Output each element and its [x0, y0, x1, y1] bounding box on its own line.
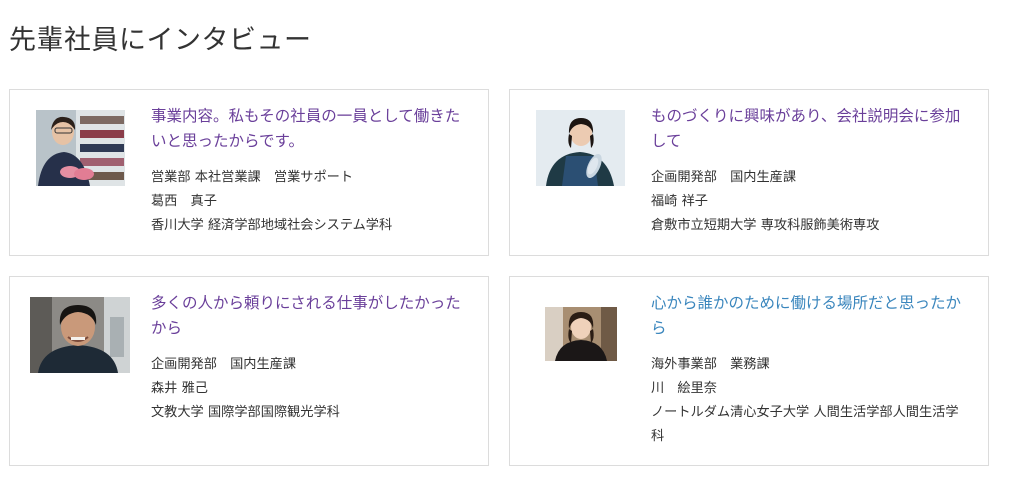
- employee-school: ノートルダム清心女子大学 人間生活学部人間生活学科: [651, 405, 959, 444]
- interview-card-3: 多くの人から頼りにされる仕事がしたかったから 企画開発部 国内生産課 森井 雅己…: [9, 276, 489, 466]
- employee-school: 倉敷市立短期大学 専攻科服飾美術専攻: [651, 218, 880, 233]
- employee-photo-2[interactable]: [536, 110, 625, 186]
- page-title: 先輩社員にインタビュー: [9, 25, 312, 56]
- employee-name: 川 絵里奈: [651, 381, 717, 396]
- interview-headline-link[interactable]: 多くの人から頼りにされる仕事がしたかったから: [151, 291, 467, 341]
- employee-name: 森井 雅己: [151, 381, 208, 396]
- employee-school: 香川大学 経済学部地域社会システム学科: [151, 218, 393, 233]
- employee-name: 葛西 真子: [151, 194, 217, 209]
- employee-department: 海外事業部 業務課: [651, 357, 770, 372]
- interview-card-4: 心から誰かのために働ける場所だと思ったから 海外事業部 業務課 川 絵里奈 ノー…: [509, 276, 989, 466]
- employee-photo-3[interactable]: [30, 297, 130, 373]
- employee-department: 企画開発部 国内生産課: [651, 170, 797, 185]
- interview-headline-link[interactable]: ものづくりに興味があり、会社説明会に参加して: [651, 104, 967, 154]
- interview-card-2: ものづくりに興味があり、会社説明会に参加して 企画開発部 国内生産課 福崎 祥子…: [509, 89, 989, 256]
- interview-headline-link[interactable]: 事業内容。私もその社員の一員として働きたいと思ったからです。: [151, 104, 467, 154]
- employee-school: 文教大学 国際学部国際観光学科: [151, 405, 340, 420]
- employee-photo-4[interactable]: [545, 307, 617, 361]
- employee-department: 営業部 本社営業課 営業サポート: [151, 170, 354, 185]
- interview-headline-link[interactable]: 心から誰かのために働ける場所だと思ったから: [651, 291, 967, 341]
- employee-department: 企画開発部 国内生産課: [151, 357, 297, 372]
- employee-name: 福崎 祥子: [651, 194, 708, 209]
- employee-photo-1[interactable]: [36, 110, 125, 186]
- interview-card-1: 事業内容。私もその社員の一員として働きたいと思ったからです。 営業部 本社営業課…: [9, 89, 489, 256]
